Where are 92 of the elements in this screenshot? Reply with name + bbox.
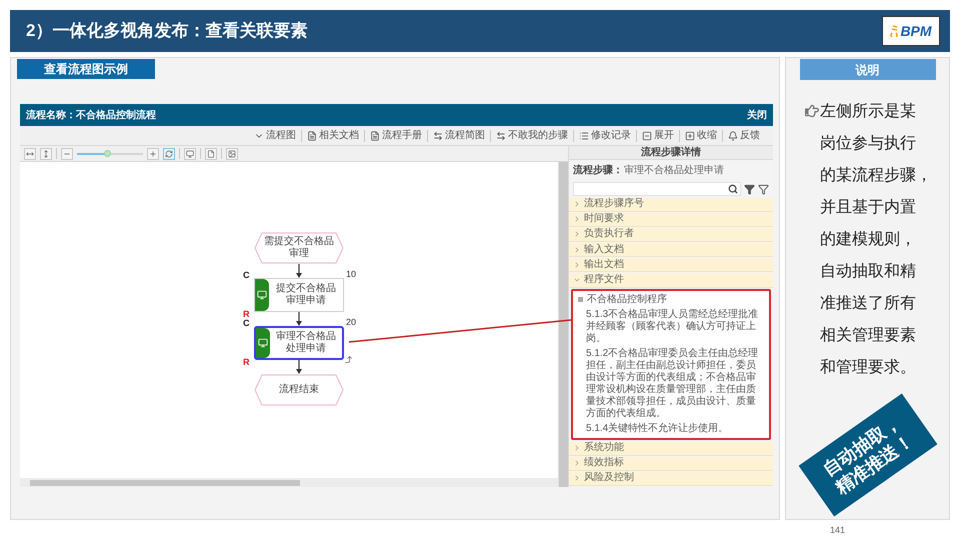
filter-icon[interactable]	[758, 184, 769, 195]
spark-icon	[890, 25, 900, 37]
explanation-text: 左侧所示是某 岗位参与执行 的某流程步骤， 并且基于内置 的建模规则， 自动抽取和精 准推送了所有 相关管理要素 和管理要求。	[820, 102, 932, 378]
toolbar-button[interactable]: 流程图	[254, 130, 296, 142]
plus-square-icon	[685, 130, 695, 140]
section-title: 风险及控制	[584, 472, 634, 484]
swap-arrows-icon	[496, 130, 506, 140]
section-title: 输出文档	[584, 258, 624, 271]
process-name: 流程名称：不合格品控制流程	[26, 108, 156, 122]
minus-square-icon	[642, 130, 652, 140]
event-node[interactable]: 需提交不合格品审理	[254, 232, 344, 264]
role-label: C	[243, 318, 250, 328]
pointing-hand-icon	[805, 104, 819, 118]
vertical-scrollbar[interactable]	[558, 162, 568, 487]
toolbar-button[interactable]: 展开	[642, 130, 674, 142]
vertical-arrows-icon	[42, 150, 50, 158]
bell-icon	[728, 130, 738, 140]
accordion-header[interactable]: 程序文件	[569, 273, 773, 288]
toolbar-button[interactable]: 相关文档	[307, 130, 359, 142]
bullet-square-icon	[578, 297, 583, 302]
document-title: 不合格品控制程序	[587, 294, 667, 306]
page-number: 141	[830, 524, 845, 537]
toolbar-button[interactable]: 不敢我的步骤	[496, 130, 568, 142]
document-icon	[370, 130, 380, 140]
zoom-in-button[interactable]	[147, 148, 159, 160]
fit-width-button[interactable]	[24, 148, 36, 160]
accordion-header[interactable]: 时间要求	[569, 212, 773, 227]
monitor-icon	[257, 290, 267, 300]
step-value: 审理不合格品处理申请	[624, 164, 724, 178]
accordion-header[interactable]: 输出文档	[569, 258, 773, 272]
image-icon	[228, 150, 236, 158]
step-label: 流程步骤：	[573, 163, 623, 178]
panel-header: 流程步骤详情	[569, 146, 773, 160]
document-paragraph: 5.1.2不合格品审理委员会主任由总经理担任，副主任由副总设计师担任，委员由设计等方面的代表组成；不合格品审理常设机构设在质量管理部，主任由质量技术部领导担任，成员由设计、质量方面的代表组成。	[585, 348, 760, 420]
section-title: 系统功能	[584, 442, 624, 454]
document-icon	[307, 130, 317, 140]
document-paragraph: 5.1.3不合格品审理人员需经总经理批准并经顾客（顾客代表）确认方可持证上岗。	[585, 308, 760, 345]
function-node[interactable]: 提交不合格品审理申请	[254, 278, 344, 312]
slide-title: 2）一体化多视角发布：查看关联要素	[26, 20, 308, 42]
arrow-connector	[295, 264, 303, 278]
node-label: 提交不合格品审理申请	[275, 282, 337, 308]
section-title: 绩效指标	[584, 457, 624, 470]
search-icon[interactable]	[728, 184, 738, 194]
monitor-button[interactable]	[184, 148, 196, 160]
step-number: 20	[346, 317, 356, 327]
monitor-icon	[186, 150, 194, 158]
accordion-header[interactable]: 系统功能	[569, 442, 773, 456]
step-number: 10	[346, 269, 356, 279]
section-title: 程序文件	[584, 274, 624, 286]
logo: BPM	[882, 16, 940, 46]
refresh-icon	[165, 150, 173, 158]
arrow-connector	[295, 360, 303, 374]
accordion-header[interactable]: 风险及控制	[569, 472, 773, 486]
refresh-button[interactable]	[163, 148, 175, 160]
list-icon	[579, 130, 589, 140]
toolbar-button[interactable]: 收缩	[685, 130, 717, 142]
page-icon	[207, 150, 215, 158]
toolbar-button[interactable]: 修改记录	[579, 130, 631, 142]
corner-arrow-icon	[344, 355, 353, 364]
section-title: 流程步骤序号	[584, 198, 644, 210]
image-button[interactable]	[226, 148, 238, 160]
fit-height-button[interactable]	[40, 148, 52, 160]
function-node[interactable]: 审理不合格品处理申请	[254, 326, 344, 360]
close-button[interactable]: 关闭	[747, 108, 767, 122]
arrow-connector	[295, 312, 303, 326]
stamp-banner: 自动抽取， 精准推送！	[798, 393, 937, 517]
section-title: 时间要求	[584, 213, 624, 226]
accordion-header[interactable]: 流程步骤序号	[569, 198, 773, 212]
toolbar-button[interactable]: 流程简图	[433, 130, 485, 142]
filter-icon[interactable]	[744, 184, 755, 195]
role-label: R	[243, 357, 250, 367]
accordion-header[interactable]: 负责执行者	[569, 228, 773, 242]
role-label: R	[243, 309, 250, 319]
zoom-out-button[interactable]	[61, 148, 73, 160]
section-title: 输入文档	[584, 244, 624, 256]
swap-arrows-icon	[433, 130, 443, 140]
event-node[interactable]: 流程结束	[254, 374, 344, 406]
monitor-icon	[258, 338, 268, 348]
role-label: C	[243, 270, 250, 280]
explanation-header: 说明	[800, 59, 936, 80]
section-title: 负责执行者	[584, 228, 634, 240]
plus-icon	[149, 150, 157, 158]
toolbar-button[interactable]: 流程手册	[370, 130, 422, 142]
node-label: 审理不合格品处理申请	[275, 330, 337, 356]
search-field[interactable]	[573, 182, 741, 196]
horizontal-arrows-icon	[26, 150, 34, 158]
accordion-header[interactable]: 输入文档	[569, 243, 773, 258]
document-paragraph: 5.1.4关键特性不允许让步使用。	[585, 422, 730, 435]
horizontal-scrollbar[interactable]	[20, 478, 558, 487]
toolbar-button[interactable]: 反馈	[728, 130, 760, 142]
accordion-header[interactable]: 绩效指标	[569, 456, 773, 471]
page-button[interactable]	[205, 148, 217, 160]
